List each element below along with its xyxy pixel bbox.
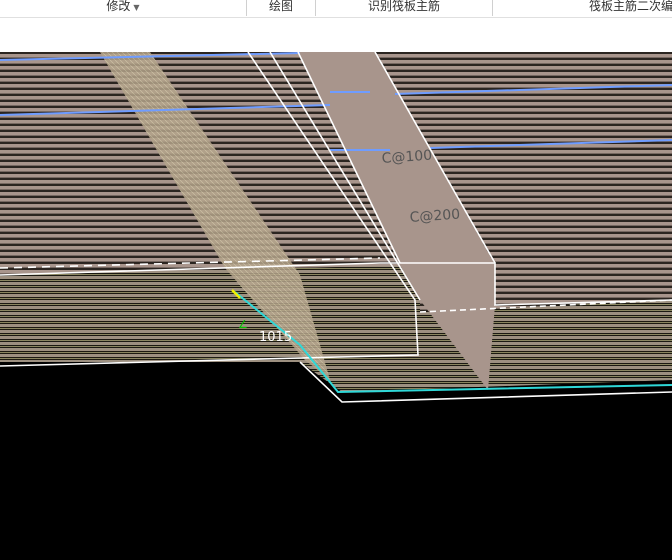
group-draw[interactable]: 绘图 xyxy=(247,0,315,17)
group-identify-label: 识别筏板主筋 xyxy=(367,0,440,13)
group-secondary-label: 筏板主筋二次编 xyxy=(589,0,672,13)
dimension-label: 1015 xyxy=(259,330,292,345)
chevron-down-icon[interactable]: ▼ xyxy=(133,3,139,12)
group-modify[interactable]: 修改 ▼ xyxy=(0,0,246,17)
group-raft-secondary-edit[interactable]: 筏板主筋二次编 xyxy=(493,0,672,17)
3d-viewport[interactable]: C@100 C@200 ∠ 1015 xyxy=(0,51,672,556)
group-identify-raft-main-rebar[interactable]: 识别筏板主筋 xyxy=(316,0,492,17)
raft-slab-3d-scene[interactable]: C@100 C@200 ∠ 1015 xyxy=(0,51,672,556)
group-modify-label: 修改 xyxy=(106,0,131,13)
ribbon-group-strip: 修改 ▼ 绘图 识别筏板主筋 筏板主筋二次编 xyxy=(0,0,672,18)
ribbon-toolbar: 修改 ▼ 绘图 识别筏板主筋 筏板主筋二次编 xyxy=(0,0,672,52)
green-annotation: ∠ xyxy=(238,318,248,331)
group-draw-label: 绘图 xyxy=(268,0,293,13)
